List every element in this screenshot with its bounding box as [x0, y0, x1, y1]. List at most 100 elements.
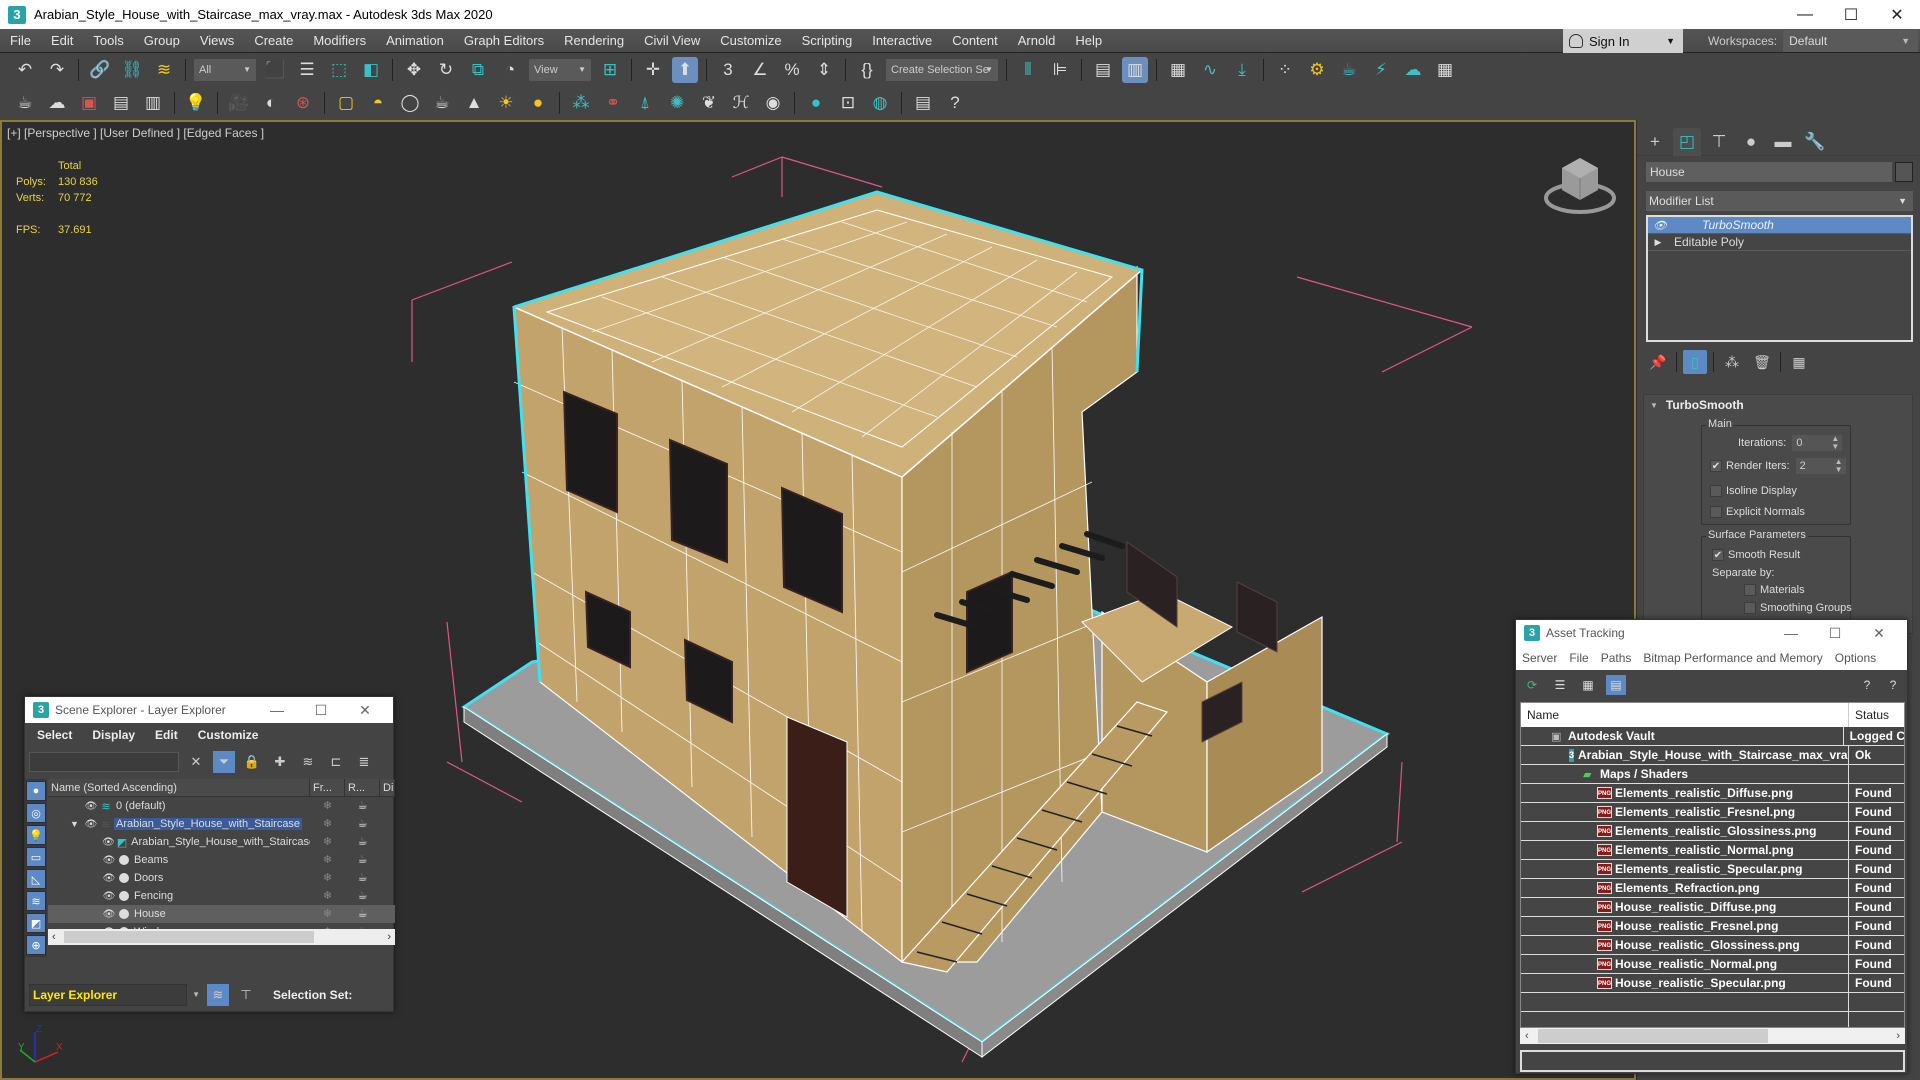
eye-icon[interactable]: 👁 — [84, 819, 98, 830]
asset-row[interactable]: PNG Elements_realistic_Specular.png Found — [1521, 859, 1904, 879]
menu-server[interactable]: Server — [1522, 651, 1557, 665]
select-object-icon[interactable]: ⬛ — [262, 57, 288, 83]
modify-tab[interactable]: ◰ — [1673, 128, 1701, 156]
ies-light-icon[interactable]: ▲ — [461, 90, 487, 116]
motion-tab[interactable]: ● — [1737, 128, 1765, 156]
rotate-icon[interactable]: ↻ — [433, 57, 459, 83]
menu-edit[interactable]: Edit — [155, 728, 178, 742]
scroll-right-icon[interactable]: › — [1896, 1028, 1900, 1044]
list-view-icon[interactable]: ☰ — [1550, 675, 1570, 695]
menu-select[interactable]: Select — [37, 728, 72, 742]
stack-item-turbosmooth[interactable]: 👁 TurboSmooth — [1648, 217, 1911, 234]
menu-civil-view[interactable]: Civil View — [634, 29, 710, 53]
molecule-icon[interactable]: ⚭ — [600, 90, 626, 116]
volume-icon[interactable]: ✺ — [664, 90, 690, 116]
menu-display[interactable]: Display — [92, 728, 135, 742]
maximize-button[interactable]: ☐ — [1813, 620, 1857, 646]
scrollbar-thumb[interactable] — [1538, 1029, 1768, 1043]
help-icon[interactable]: ? — [1883, 675, 1903, 695]
hair-farm-icon[interactable]: ℋ — [728, 90, 754, 116]
column-name[interactable]: Name (Sorted Ascending) — [48, 779, 310, 796]
freeze-icon[interactable]: ❄ — [310, 833, 345, 851]
menu-rendering[interactable]: Rendering — [554, 29, 634, 53]
menu-tools[interactable]: Tools — [83, 29, 133, 53]
menu-views[interactable]: Views — [190, 29, 244, 53]
pin-stack-icon[interactable]: 📌 — [1646, 350, 1670, 374]
layers-icon[interactable]: ≣ — [353, 751, 375, 773]
select-by-name-icon[interactable]: ☰ — [294, 57, 320, 83]
groups-filter-icon[interactable]: ◩ — [26, 913, 46, 933]
snaps-toggle-icon[interactable]: 3 — [715, 57, 741, 83]
menu-options[interactable]: Options — [1835, 651, 1876, 665]
panel-icon[interactable]: ▤ — [108, 90, 134, 116]
reference-coordinate-dropdown[interactable]: View ▼ — [529, 59, 591, 81]
table-view-icon[interactable]: ▤ — [1606, 675, 1626, 695]
asset-row[interactable]: PNG House_realistic_Specular.png Found — [1521, 973, 1904, 993]
asset-row[interactable]: PNG House_realistic_Normal.png Found — [1521, 954, 1904, 974]
proxy-icon[interactable]: ⁂ — [568, 90, 594, 116]
scatter-icon[interactable]: ⍋ — [632, 90, 658, 116]
close-button[interactable]: ✕ — [1857, 620, 1901, 646]
schematic-view-icon[interactable]: ⤓ — [1229, 57, 1255, 83]
isoline-display-checkbox[interactable] — [1710, 485, 1722, 497]
settings-panel-icon[interactable]: ▥ — [140, 90, 166, 116]
freeze-icon[interactable]: ❄ — [310, 815, 345, 833]
object-color-swatch[interactable] — [1895, 162, 1913, 182]
render-teapot-icon[interactable]: ☕ — [345, 833, 380, 851]
column-name[interactable]: Name — [1521, 703, 1849, 727]
minimize-button[interactable]: — — [255, 697, 299, 723]
camera-target-icon[interactable]: ⊛ — [290, 90, 316, 116]
menu-paths[interactable]: Paths — [1601, 651, 1632, 665]
vault-help-icon[interactable]: ? — [1857, 675, 1877, 695]
undo-icon[interactable]: ↶ — [12, 57, 38, 83]
render-teapot-icon[interactable]: ☕ — [345, 815, 380, 833]
material-editor-icon[interactable]: ⁘ — [1272, 57, 1298, 83]
new-layer-icon[interactable]: ✚ — [269, 751, 291, 773]
asset-row[interactable]: PNG Elements_realistic_Normal.png Found — [1521, 840, 1904, 860]
freeze-icon[interactable]: ❄ — [310, 905, 345, 923]
keyboard-shortcut-override-icon[interactable]: ⬆ — [672, 57, 698, 83]
rendered-frame-window-icon[interactable]: ☕ — [1336, 57, 1362, 83]
redo-icon[interactable]: ↷ — [44, 57, 70, 83]
render-setup-icon[interactable]: ⚙ — [1304, 57, 1330, 83]
column-freeze[interactable]: Fr... — [310, 779, 345, 796]
scroll-left-icon[interactable]: ‹ — [52, 929, 56, 945]
menu-group[interactable]: Group — [134, 29, 190, 53]
pivot-center-icon[interactable]: ⊞ — [597, 57, 623, 83]
mirror-icon[interactable]: ⫴ — [1015, 57, 1041, 83]
material-override-icon[interactable]: ◍ — [867, 90, 893, 116]
freeze-icon[interactable]: ❄ — [310, 887, 345, 905]
asset-row[interactable]: PNG Elements_realistic_Fresnel.png Found — [1521, 802, 1904, 822]
eye-icon[interactable]: 👁 — [102, 909, 116, 920]
select-manipulate-icon[interactable]: ✛ — [640, 57, 666, 83]
scale-icon[interactable]: ⧉ — [465, 57, 491, 83]
menu-edit[interactable]: Edit — [41, 29, 83, 53]
spinner-snap-icon[interactable]: ⇕ — [811, 57, 837, 83]
layer-explorer-icon[interactable]: ▥ — [1122, 57, 1148, 83]
menu-scripting[interactable]: Scripting — [792, 29, 863, 53]
angle-snap-icon[interactable]: ∠ — [747, 57, 773, 83]
scrollbar-thumb[interactable] — [64, 931, 314, 943]
teapot-icon[interactable]: ☕ — [12, 90, 38, 116]
maximize-button[interactable]: ☐ — [1828, 0, 1874, 29]
scene-explorer-titlebar[interactable]: 3 Scene Explorer - Layer Explorer — ☐ ✕ — [25, 697, 393, 723]
render-production-icon[interactable]: ⚡ — [1368, 57, 1394, 83]
maximize-button[interactable]: ☐ — [299, 697, 343, 723]
cloud-icon[interactable]: ☁ — [44, 90, 70, 116]
spacewarps-filter-icon[interactable]: ≋ — [26, 891, 46, 911]
menu-interactive[interactable]: Interactive — [862, 29, 942, 53]
place-icon[interactable]: ◔ — [497, 57, 523, 83]
ornatrix-icon[interactable]: ◉ — [760, 90, 786, 116]
search-input[interactable] — [29, 752, 179, 772]
expand-triangle-icon[interactable]: ▼ — [70, 819, 84, 829]
asset-row[interactable]: PNG Elements_realistic_Glossiness.png Foun… — [1521, 821, 1904, 841]
smoothing-groups-checkbox[interactable] — [1744, 602, 1756, 614]
layer-row[interactable]: 👁 ≋ 0 (default) ❄ ☕ — [48, 797, 395, 815]
object-row[interactable]: 👁 Doors ❄ ☕ — [48, 869, 395, 887]
named-selection-dropdown[interactable]: Create Selection Se ▼ — [886, 59, 998, 81]
selection-filter-dropdown[interactable]: All ▼ — [194, 59, 256, 81]
eye-icon[interactable]: 👁 — [102, 873, 116, 884]
asset-row[interactable]: ▰ Maps / Shaders — [1521, 764, 1904, 784]
clear-search-icon[interactable]: ✕ — [185, 751, 207, 773]
menu-content[interactable]: Content — [942, 29, 1008, 53]
